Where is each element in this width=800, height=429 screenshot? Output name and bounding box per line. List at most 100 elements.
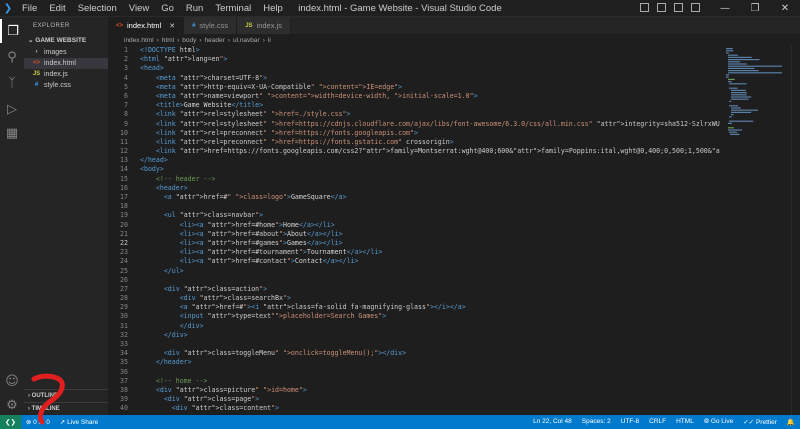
code-line[interactable]: 7 <title>Game Website</title>	[108, 101, 720, 110]
source-control-icon[interactable]: ᛉ	[0, 71, 24, 95]
code-line[interactable]: 28 <div "attr">class=searchBx">	[108, 294, 720, 303]
account-icon[interactable]: ☺	[0, 369, 24, 393]
editor-scrollbar[interactable]	[791, 46, 800, 415]
code-line[interactable]: 3 <head>	[108, 64, 720, 73]
explorer-sidebar: EXPLORER ⌄ GAME WEBSITE › images <> index.h…	[24, 17, 108, 415]
menu-run[interactable]: Run	[180, 3, 209, 14]
code-line[interactable]: 21 <li><a "attr">href=#about">About</a><…	[108, 230, 720, 239]
notifications-bell-icon[interactable]: 🔔	[782, 418, 800, 426]
code-line[interactable]: 13 </head>	[108, 156, 720, 165]
code-line[interactable]: 15 <!-- header -->	[108, 175, 720, 184]
tab-index-js[interactable]: JS index.js	[237, 17, 291, 34]
encoding[interactable]: UTF-8	[616, 418, 644, 426]
end-of-line[interactable]: CRLF	[644, 418, 671, 426]
toggle-panel-icon[interactable]	[657, 3, 666, 12]
tree-item-index-js[interactable]: JS index.js	[24, 69, 108, 80]
code-line[interactable]: 18	[108, 202, 720, 211]
tab-style-css[interactable]: # style.css	[184, 17, 238, 34]
tree-item-images[interactable]: › images	[24, 47, 108, 58]
menu-file[interactable]: File	[16, 3, 43, 14]
code-line[interactable]: 38 <div "attr">class=picture" ">id=home"…	[108, 386, 720, 395]
code-line[interactable]: 40 <div "attr">class=content">	[108, 404, 720, 413]
code-line[interactable]: 34 <div "attr">class=toggleMenu" ">oncli…	[108, 349, 720, 358]
code-line[interactable]: 4 <meta "attr">charset=UTF-8">	[108, 74, 720, 83]
toggle-sidebar-icon[interactable]	[640, 3, 649, 12]
breadcrumb-item[interactable]: body	[182, 37, 196, 44]
code-line[interactable]: 33	[108, 340, 720, 349]
code-line[interactable]: 5 <meta "attr">http-equiv=X-UA-Compatibl…	[108, 83, 720, 92]
files-icon[interactable]: ❐	[0, 19, 24, 43]
toggle-secondary-sidebar-icon[interactable]	[674, 3, 683, 12]
code-line[interactable]: 22 <li><a "attr">href=#games">Games</a><…	[108, 239, 720, 248]
code-line[interactable]: 2 <html "attr">lang=en">	[108, 55, 720, 64]
code-line[interactable]: 39 <div "attr">class=page">	[108, 395, 720, 404]
code-line[interactable]: 12 <link "attr">href=https://fonts.googl…	[108, 147, 720, 156]
menu-selection[interactable]: Selection	[72, 3, 123, 14]
live-share-button[interactable]: ➚ Live Share	[55, 418, 103, 426]
code-line[interactable]: 19 <ul "attr">class=navbar">	[108, 211, 720, 220]
settings-gear-icon[interactable]: ⚙	[0, 393, 24, 417]
menu-edit[interactable]: Edit	[43, 3, 71, 14]
code-text: </head>	[140, 156, 168, 165]
line-number: 3	[124, 64, 128, 73]
code-line[interactable]: 37 <!-- home -->	[108, 377, 720, 386]
problems-indicator[interactable]: ⊗ 0 ⚠ 0	[21, 418, 55, 426]
code-line[interactable]: 8 <link "attr">rel=stylesheet" ">href=./…	[108, 110, 720, 119]
minimap-line	[728, 129, 742, 131]
code-line[interactable]: 24 <li><a "attr">href=#contact">Contact<…	[108, 257, 720, 266]
prettier-button[interactable]: ✓✓ Prettier	[738, 418, 782, 426]
code-line[interactable]: 11 <link "attr">rel=preconnect" ">href=h…	[108, 138, 720, 147]
remote-indicator[interactable]: ❮❯	[0, 415, 21, 429]
breadcrumb-item[interactable]: index.html	[124, 37, 154, 44]
tree-item-index-html[interactable]: <> index.html	[24, 58, 108, 69]
code-line[interactable]: 23 <li><a "attr">href=#tournament">Tourn…	[108, 248, 720, 257]
search-icon[interactable]: ⚲	[0, 45, 24, 69]
code-editor[interactable]: 1 <!DOCTYPE html> 2 <html "attr">lang=en"> 3…	[108, 46, 720, 415]
cursor-position[interactable]: Ln 22, Col 48	[528, 418, 577, 426]
breadcrumb-item[interactable]: ul.navbar	[233, 37, 260, 44]
code-line[interactable]: 14 <body>	[108, 165, 720, 174]
workspace-folder[interactable]: ⌄ GAME WEBSITE	[24, 33, 108, 47]
prettier-label: Prettier	[755, 419, 777, 426]
tree-item-style-css[interactable]: # style.css	[24, 80, 108, 91]
code-line[interactable]: 26	[108, 276, 720, 285]
code-line[interactable]: 31 </div>	[108, 322, 720, 331]
language-mode[interactable]: HTML	[671, 418, 699, 426]
customize-layout-icon[interactable]	[691, 3, 700, 12]
code-line[interactable]: 29 <a "attr">href=#"><i "attr">class=fa-…	[108, 303, 720, 312]
timeline-section[interactable]: › TIMELINE	[24, 402, 108, 415]
close-tab-icon[interactable]: ✕	[169, 22, 175, 30]
outline-section[interactable]: › OUTLINE	[24, 389, 108, 402]
menu-terminal[interactable]: Terminal	[209, 3, 257, 14]
code-line[interactable]: 32 </div>	[108, 331, 720, 340]
extensions-icon[interactable]: ▦	[0, 121, 24, 145]
restore-button[interactable]: ❐	[740, 0, 770, 16]
code-text: </div>	[179, 321, 204, 330]
breadcrumb-item[interactable]: header	[205, 37, 225, 44]
indentation[interactable]: Spaces: 2	[577, 418, 616, 426]
code-line[interactable]: 17 <a "attr">href=#" ">class=logo">GameS…	[108, 193, 720, 202]
close-window-button[interactable]: ✕	[770, 0, 800, 16]
code-line[interactable]: 1 <!DOCTYPE html>	[108, 46, 720, 55]
code-line[interactable]: 9 <link "attr">rel=stylesheet" ">href=ht…	[108, 120, 720, 129]
code-line[interactable]: 25 </ul>	[108, 267, 720, 276]
code-line[interactable]: 36	[108, 368, 720, 377]
breadcrumb-item[interactable]: li	[268, 37, 271, 44]
code-line[interactable]: 20 <li><a "attr">href=#home">Home</a></l…	[108, 221, 720, 230]
minimize-button[interactable]: —	[710, 0, 740, 16]
code-line[interactable]: 16 <header>	[108, 184, 720, 193]
tab-index-html[interactable]: <> index.html ✕	[108, 17, 185, 34]
code-line[interactable]: 6 <meta "attr">name=viewport" ">content=…	[108, 92, 720, 101]
line-number: 29	[120, 303, 128, 312]
code-line[interactable]: 30 <input "attr">type=text"">placeholder…	[108, 312, 720, 321]
code-line[interactable]: 10 <link "attr">rel=preconnect" ">href=h…	[108, 129, 720, 138]
minimap[interactable]	[722, 46, 792, 415]
menu-view[interactable]: View	[123, 3, 155, 14]
go-live-button[interactable]: ⦾ Go Live	[699, 418, 738, 426]
code-line[interactable]: 35 </header>	[108, 358, 720, 367]
breadcrumb-item[interactable]: html	[162, 37, 174, 44]
code-line[interactable]: 27 <div "attr">class=action">	[108, 285, 720, 294]
menu-go[interactable]: Go	[155, 3, 180, 14]
run-debug-icon[interactable]: ▷	[0, 97, 24, 121]
menu-help[interactable]: Help	[257, 3, 289, 14]
